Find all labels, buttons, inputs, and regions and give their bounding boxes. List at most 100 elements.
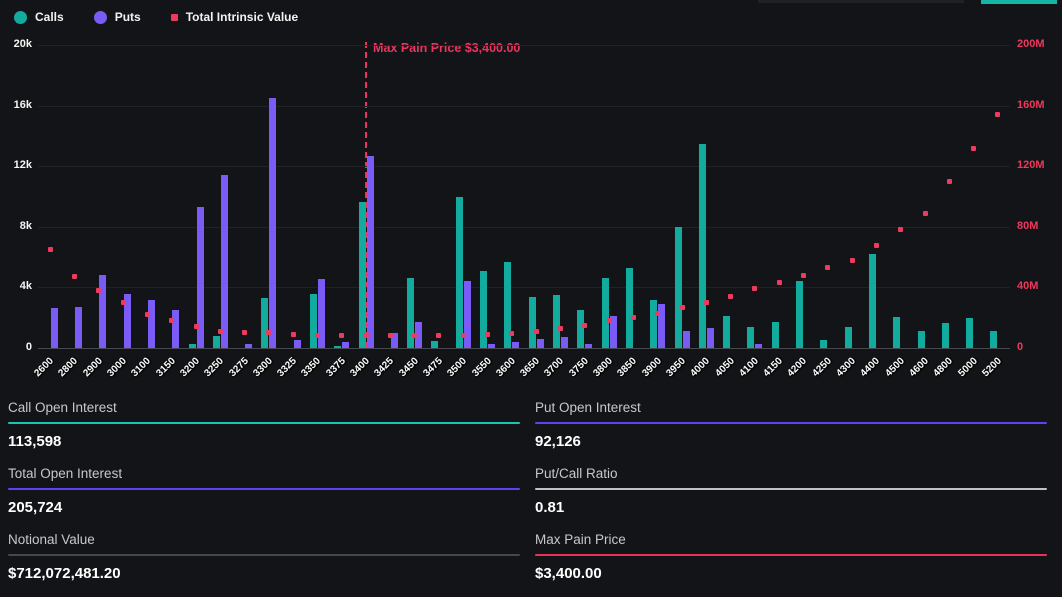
oi-chart: CallsPutsTotal Intrinsic Value Max Pain … [0, 0, 1062, 390]
call-bar[interactable] [699, 144, 706, 348]
legend-item-puts[interactable]: Puts [94, 10, 141, 24]
put-bar[interactable] [707, 328, 714, 348]
put-bar[interactable] [585, 344, 592, 349]
call-bar[interactable] [602, 278, 609, 348]
put-bar[interactable] [464, 281, 471, 348]
intrinsic-value-dot[interactable] [825, 265, 830, 270]
call-bar[interactable] [213, 336, 220, 348]
intrinsic-value-dot[interactable] [947, 179, 952, 184]
put-bar[interactable] [99, 275, 106, 349]
intrinsic-value-dot[interactable] [728, 294, 733, 299]
legend-item-calls[interactable]: Calls [14, 10, 64, 24]
call-bar[interactable] [553, 295, 560, 348]
intrinsic-value-dot[interactable] [315, 333, 320, 338]
call-bar[interactable] [893, 317, 900, 348]
put-bar[interactable] [245, 344, 252, 349]
intrinsic-value-dot[interactable] [96, 288, 101, 293]
intrinsic-value-dot[interactable] [121, 300, 126, 305]
intrinsic-value-dot[interactable] [631, 315, 636, 320]
intrinsic-value-dot[interactable] [558, 326, 563, 331]
gridline [38, 106, 1010, 107]
intrinsic-value-dot[interactable] [752, 286, 757, 291]
intrinsic-value-dot[interactable] [194, 324, 199, 329]
intrinsic-value-dot[interactable] [801, 273, 806, 278]
intrinsic-value-dot[interactable] [534, 329, 539, 334]
intrinsic-value-dot[interactable] [874, 243, 879, 248]
intrinsic-value-dot[interactable] [680, 305, 685, 310]
intrinsic-value-dot[interactable] [461, 333, 466, 338]
gridline [38, 166, 1010, 167]
right-axis-tick-label: 160M [1017, 99, 1061, 111]
intrinsic-value-dot[interactable] [655, 311, 660, 316]
call-bar[interactable] [626, 268, 633, 348]
call-bar[interactable] [456, 197, 463, 349]
intrinsic-value-dot[interactable] [923, 211, 928, 216]
intrinsic-value-dot[interactable] [850, 258, 855, 263]
intrinsic-value-dot[interactable] [704, 300, 709, 305]
intrinsic-value-dot[interactable] [364, 333, 369, 338]
intrinsic-value-dot[interactable] [607, 318, 612, 323]
put-bar[interactable] [269, 98, 276, 348]
call-bar[interactable] [966, 318, 973, 348]
intrinsic-value-dot[interactable] [898, 227, 903, 232]
intrinsic-value-dot[interactable] [145, 312, 150, 317]
call-bar[interactable] [990, 331, 997, 348]
call-bar[interactable] [431, 341, 438, 348]
call-bar[interactable] [747, 327, 754, 348]
put-bar[interactable] [683, 331, 690, 348]
put-bar[interactable] [755, 344, 762, 349]
call-bar[interactable] [334, 346, 341, 348]
legend-item-total-intrinsic-value[interactable]: Total Intrinsic Value [171, 10, 298, 24]
intrinsic-value-dot[interactable] [169, 318, 174, 323]
call-bar[interactable] [529, 297, 536, 349]
intrinsic-value-dot[interactable] [72, 274, 77, 279]
put-bar[interactable] [512, 342, 519, 348]
put-bar[interactable] [488, 344, 495, 349]
put-bar[interactable] [561, 337, 568, 348]
intrinsic-value-dot[interactable] [436, 333, 441, 338]
put-bar[interactable] [148, 300, 155, 348]
call-bar[interactable] [261, 298, 268, 348]
call-bar[interactable] [650, 300, 657, 348]
put-bar[interactable] [294, 340, 301, 348]
call-bar[interactable] [796, 281, 803, 348]
left-axis-tick-label: 4k [0, 280, 32, 292]
call-bar[interactable] [310, 294, 317, 349]
call-bar[interactable] [918, 331, 925, 348]
put-bar[interactable] [367, 156, 374, 348]
intrinsic-value-dot[interactable] [777, 280, 782, 285]
stat-value: $712,072,481.20 [8, 565, 520, 582]
intrinsic-value-dot[interactable] [388, 333, 393, 338]
intrinsic-value-dot[interactable] [995, 112, 1000, 117]
stat-value: 92,126 [535, 433, 1047, 450]
call-bar[interactable] [189, 344, 196, 349]
call-bar[interactable] [723, 316, 730, 348]
put-bar[interactable] [75, 307, 82, 348]
call-bar[interactable] [772, 322, 779, 348]
intrinsic-value-dot[interactable] [339, 333, 344, 338]
call-bar[interactable] [845, 327, 852, 348]
stat-underline [8, 554, 520, 556]
intrinsic-value-dot[interactable] [48, 247, 53, 252]
intrinsic-value-dot[interactable] [485, 332, 490, 337]
call-bar[interactable] [869, 254, 876, 348]
put-bar[interactable] [51, 308, 58, 348]
intrinsic-value-dot[interactable] [218, 329, 223, 334]
put-bar[interactable] [318, 279, 325, 348]
intrinsic-value-dot[interactable] [242, 330, 247, 335]
call-bar[interactable] [942, 323, 949, 348]
call-bar[interactable] [675, 227, 682, 348]
intrinsic-value-dot[interactable] [412, 333, 417, 338]
call-bar[interactable] [820, 340, 827, 348]
intrinsic-value-dot[interactable] [266, 330, 271, 335]
put-bar[interactable] [342, 342, 349, 348]
put-bar[interactable] [172, 310, 179, 348]
put-bar[interactable] [537, 339, 544, 348]
intrinsic-value-dot[interactable] [509, 331, 514, 336]
intrinsic-value-dot[interactable] [971, 146, 976, 151]
intrinsic-value-dot[interactable] [582, 323, 587, 328]
call-bar[interactable] [577, 310, 584, 348]
put-bar[interactable] [221, 175, 228, 348]
call-bar[interactable] [359, 202, 366, 348]
intrinsic-value-dot[interactable] [291, 332, 296, 337]
